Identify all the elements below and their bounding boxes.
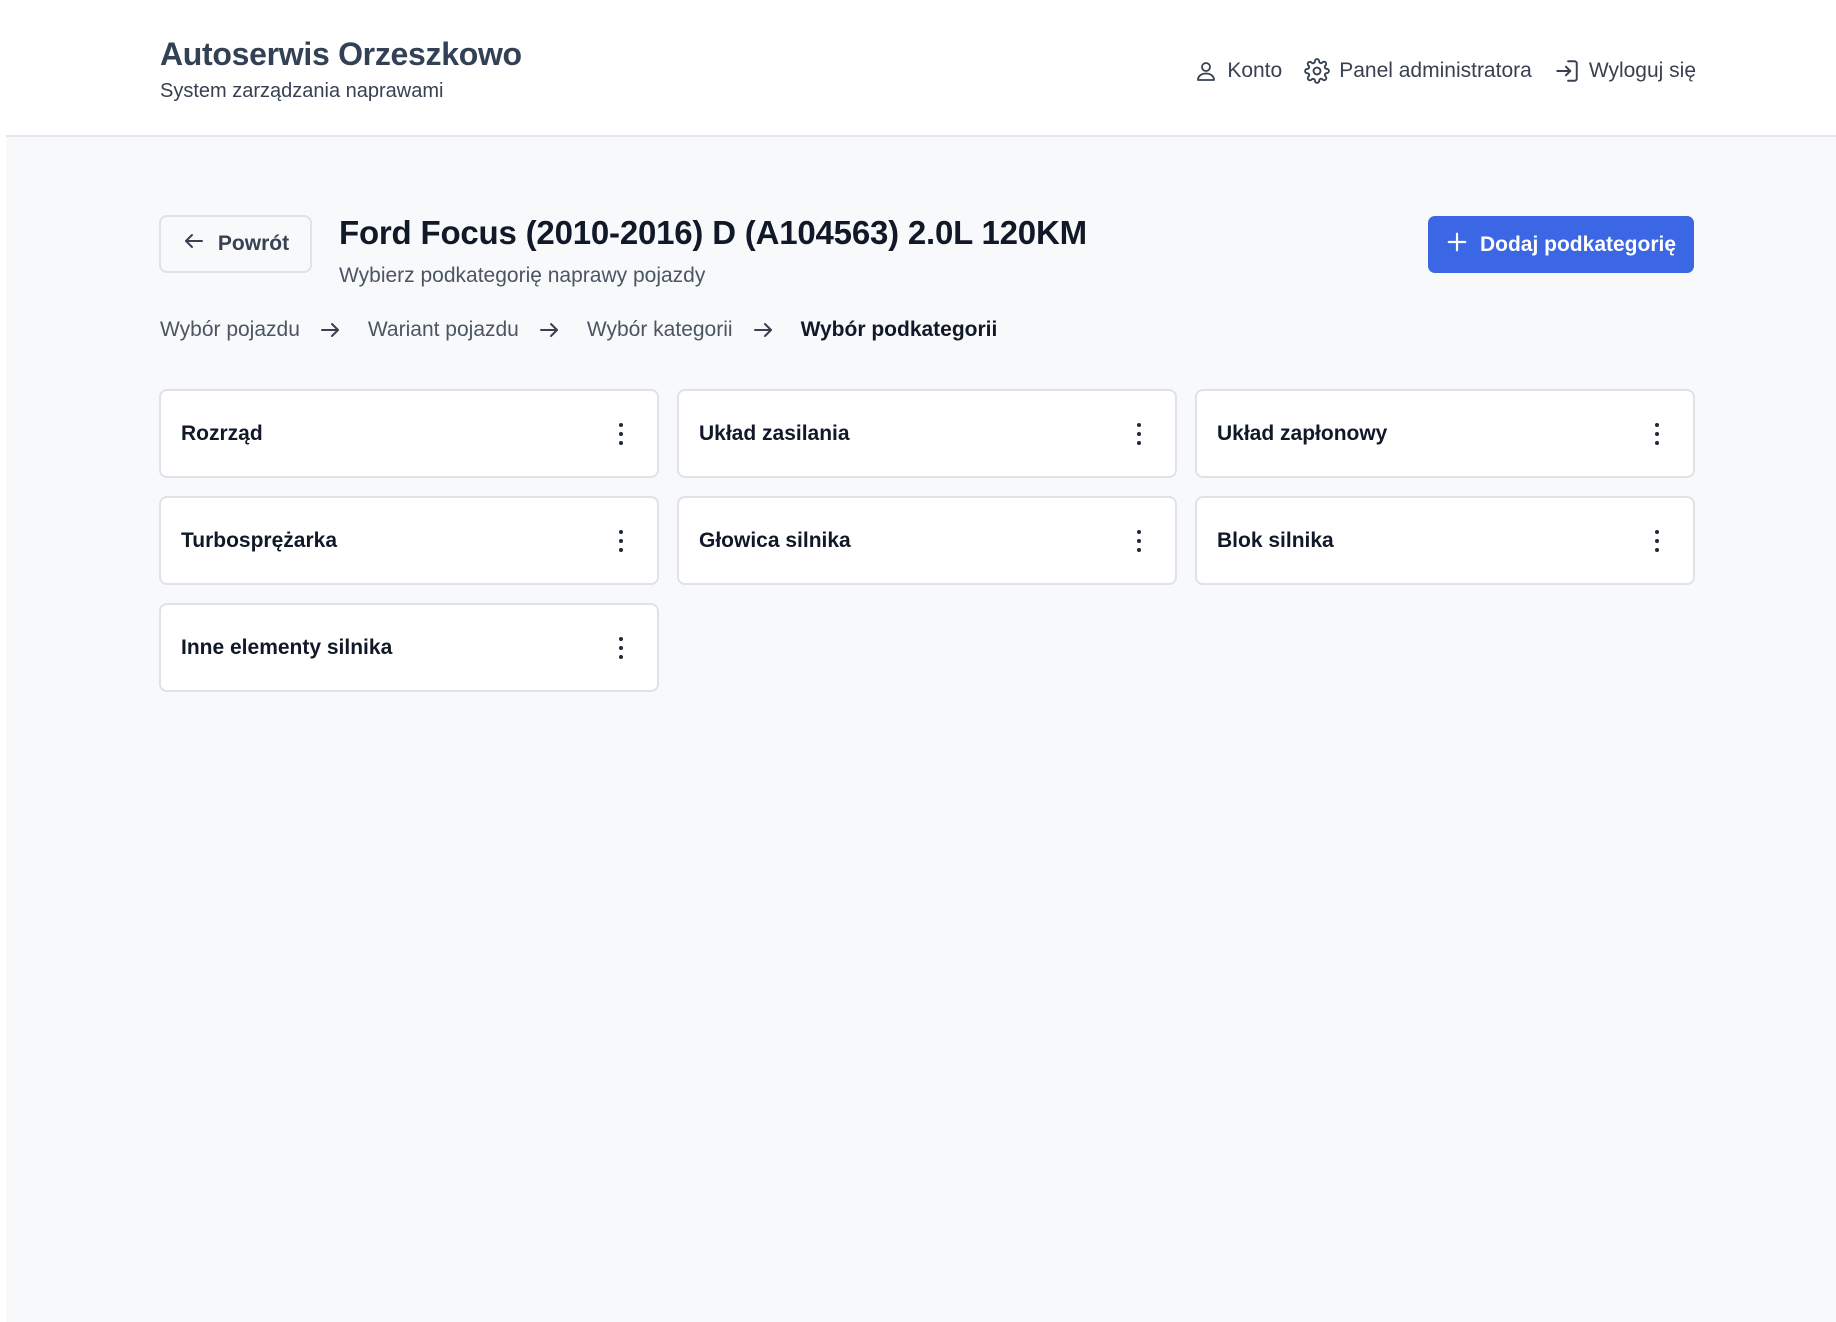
breadcrumb: Wybór pojazdu Wariant pojazdu Wybór kate…: [160, 318, 997, 342]
add-subcategory-button[interactable]: Dodaj podkategorię: [1428, 216, 1694, 273]
subcategory-grid: Rozrząd Układ zasilania Układ zapłonowy …: [159, 389, 1695, 692]
subcategory-card[interactable]: Blok silnika: [1195, 496, 1695, 585]
more-vertical-icon[interactable]: [609, 526, 633, 556]
subcategory-card[interactable]: Turbosprężarka: [159, 496, 659, 585]
top-header: Autoserwis Orzeszkowo System zarządzania…: [6, 0, 1836, 137]
breadcrumb-vehicle-selection[interactable]: Wybór pojazdu: [160, 318, 300, 342]
plus-icon: [1446, 231, 1468, 259]
nav-admin-label: Panel administratora: [1339, 59, 1532, 82]
top-nav: Konto Panel administratora Wyloguj się: [1194, 58, 1696, 84]
nav-logout-label: Wyloguj się: [1588, 59, 1696, 82]
subcategory-card[interactable]: Rozrząd: [159, 389, 659, 478]
back-button[interactable]: Powrót: [159, 215, 312, 273]
more-vertical-icon[interactable]: [1127, 419, 1151, 449]
subcategory-label: Blok silnika: [1217, 528, 1334, 552]
nav-admin-panel[interactable]: Panel administratora: [1304, 58, 1532, 84]
breadcrumb-vehicle-variant[interactable]: Wariant pojazdu: [368, 318, 519, 342]
add-subcategory-label: Dodaj podkategorię: [1479, 232, 1677, 256]
brand-title: Autoserwis Orzeszkowo: [160, 36, 522, 72]
user-icon: [1194, 59, 1218, 83]
subcategory-card[interactable]: Inne elementy silnika: [159, 603, 659, 692]
subcategory-label: Układ zapłonowy: [1217, 421, 1388, 445]
back-button-label: Powrót: [217, 232, 290, 255]
subcategory-label: Turbosprężarka: [181, 528, 337, 552]
brand-subtitle: System zarządzania naprawami: [160, 80, 444, 102]
app-root: Autoserwis Orzeszkowo System zarządzania…: [6, 0, 1836, 1322]
subcategory-label: Układ zasilania: [699, 421, 850, 445]
subcategory-label: Inne elementy silnika: [181, 635, 393, 659]
page-subtitle: Wybierz podkategorię naprawy pojazdy: [339, 264, 706, 287]
nav-account-label: Konto: [1227, 59, 1283, 82]
nav-logout[interactable]: Wyloguj się: [1554, 58, 1696, 84]
arrow-right-icon: [318, 318, 342, 342]
logout-icon: [1554, 58, 1580, 84]
more-vertical-icon[interactable]: [1645, 526, 1669, 556]
page-title: Ford Focus (2010-2016) D (A104563) 2.0L …: [339, 214, 1087, 251]
more-vertical-icon[interactable]: [609, 419, 633, 449]
arrow-right-icon: [537, 318, 561, 342]
arrow-right-icon: [751, 318, 775, 342]
subcategory-card[interactable]: Układ zapłonowy: [1195, 389, 1695, 478]
subcategory-label: Rozrząd: [181, 421, 263, 445]
breadcrumb-subcategory-selection: Wybór podkategorii: [800, 318, 998, 341]
gear-icon: [1304, 58, 1331, 84]
arrow-left-icon: [182, 229, 206, 259]
more-vertical-icon[interactable]: [1645, 419, 1669, 449]
subcategory-card[interactable]: Układ zasilania: [677, 389, 1177, 478]
more-vertical-icon[interactable]: [609, 633, 633, 663]
breadcrumb-category-selection[interactable]: Wybór kategorii: [587, 318, 733, 342]
more-vertical-icon[interactable]: [1127, 526, 1151, 556]
nav-account[interactable]: Konto: [1194, 59, 1282, 83]
subcategory-card[interactable]: Głowica silnika: [677, 496, 1177, 585]
subcategory-label: Głowica silnika: [699, 528, 851, 552]
